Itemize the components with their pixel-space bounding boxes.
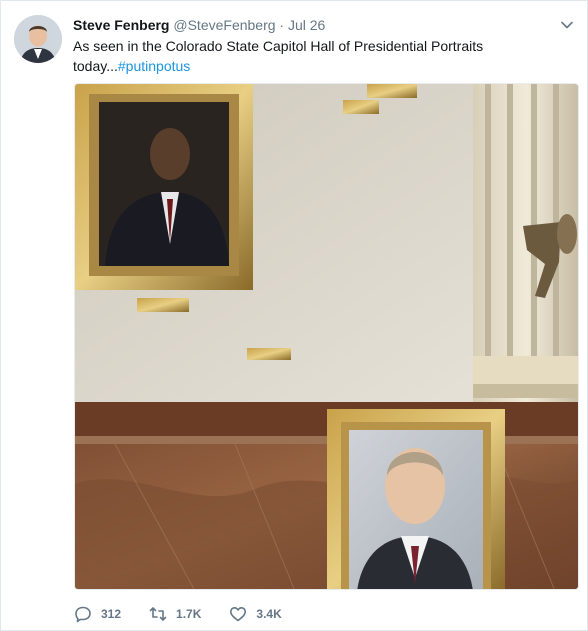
retweet-icon [149, 607, 167, 621]
tweet-text-line1: As seen in the Colorado State Capitol Ha… [73, 38, 484, 54]
heart-icon [230, 607, 247, 622]
tweet-text: As seen in the Colorado State Capitol Ha… [73, 36, 553, 76]
tweet-photo[interactable] [74, 83, 579, 590]
avatar[interactable] [14, 15, 62, 63]
tweet-card: Steve Fenberg @SteveFenberg · Jul 26 As … [0, 0, 588, 631]
separator-dot: · [279, 17, 285, 33]
retweet-count: 1.7K [176, 607, 202, 621]
tweet-header: Steve Fenberg @SteveFenberg · Jul 26 [73, 16, 325, 34]
tweet-text-today: today... [73, 58, 118, 74]
tweet-text-line2: today...#putinpotus [73, 56, 553, 76]
retweet-button[interactable]: 1.7K [149, 605, 201, 623]
hashtag-link[interactable]: #putinpotus [118, 58, 190, 74]
tweet-actions: 312 1.7K 3.4K [74, 603, 310, 625]
author-name[interactable]: Steve Fenberg [73, 17, 169, 33]
reply-count: 312 [101, 607, 122, 621]
like-count: 3.4K [256, 607, 282, 621]
like-button[interactable]: 3.4K [229, 605, 282, 623]
reply-icon [75, 606, 91, 623]
reply-button[interactable]: 312 [74, 605, 121, 623]
avatar-photo [14, 15, 62, 63]
chevron-down-icon[interactable] [559, 17, 575, 33]
portrait-photo [75, 84, 578, 589]
tweet-date[interactable]: Jul 26 [288, 17, 325, 33]
author-handle[interactable]: @SteveFenberg [173, 17, 275, 33]
